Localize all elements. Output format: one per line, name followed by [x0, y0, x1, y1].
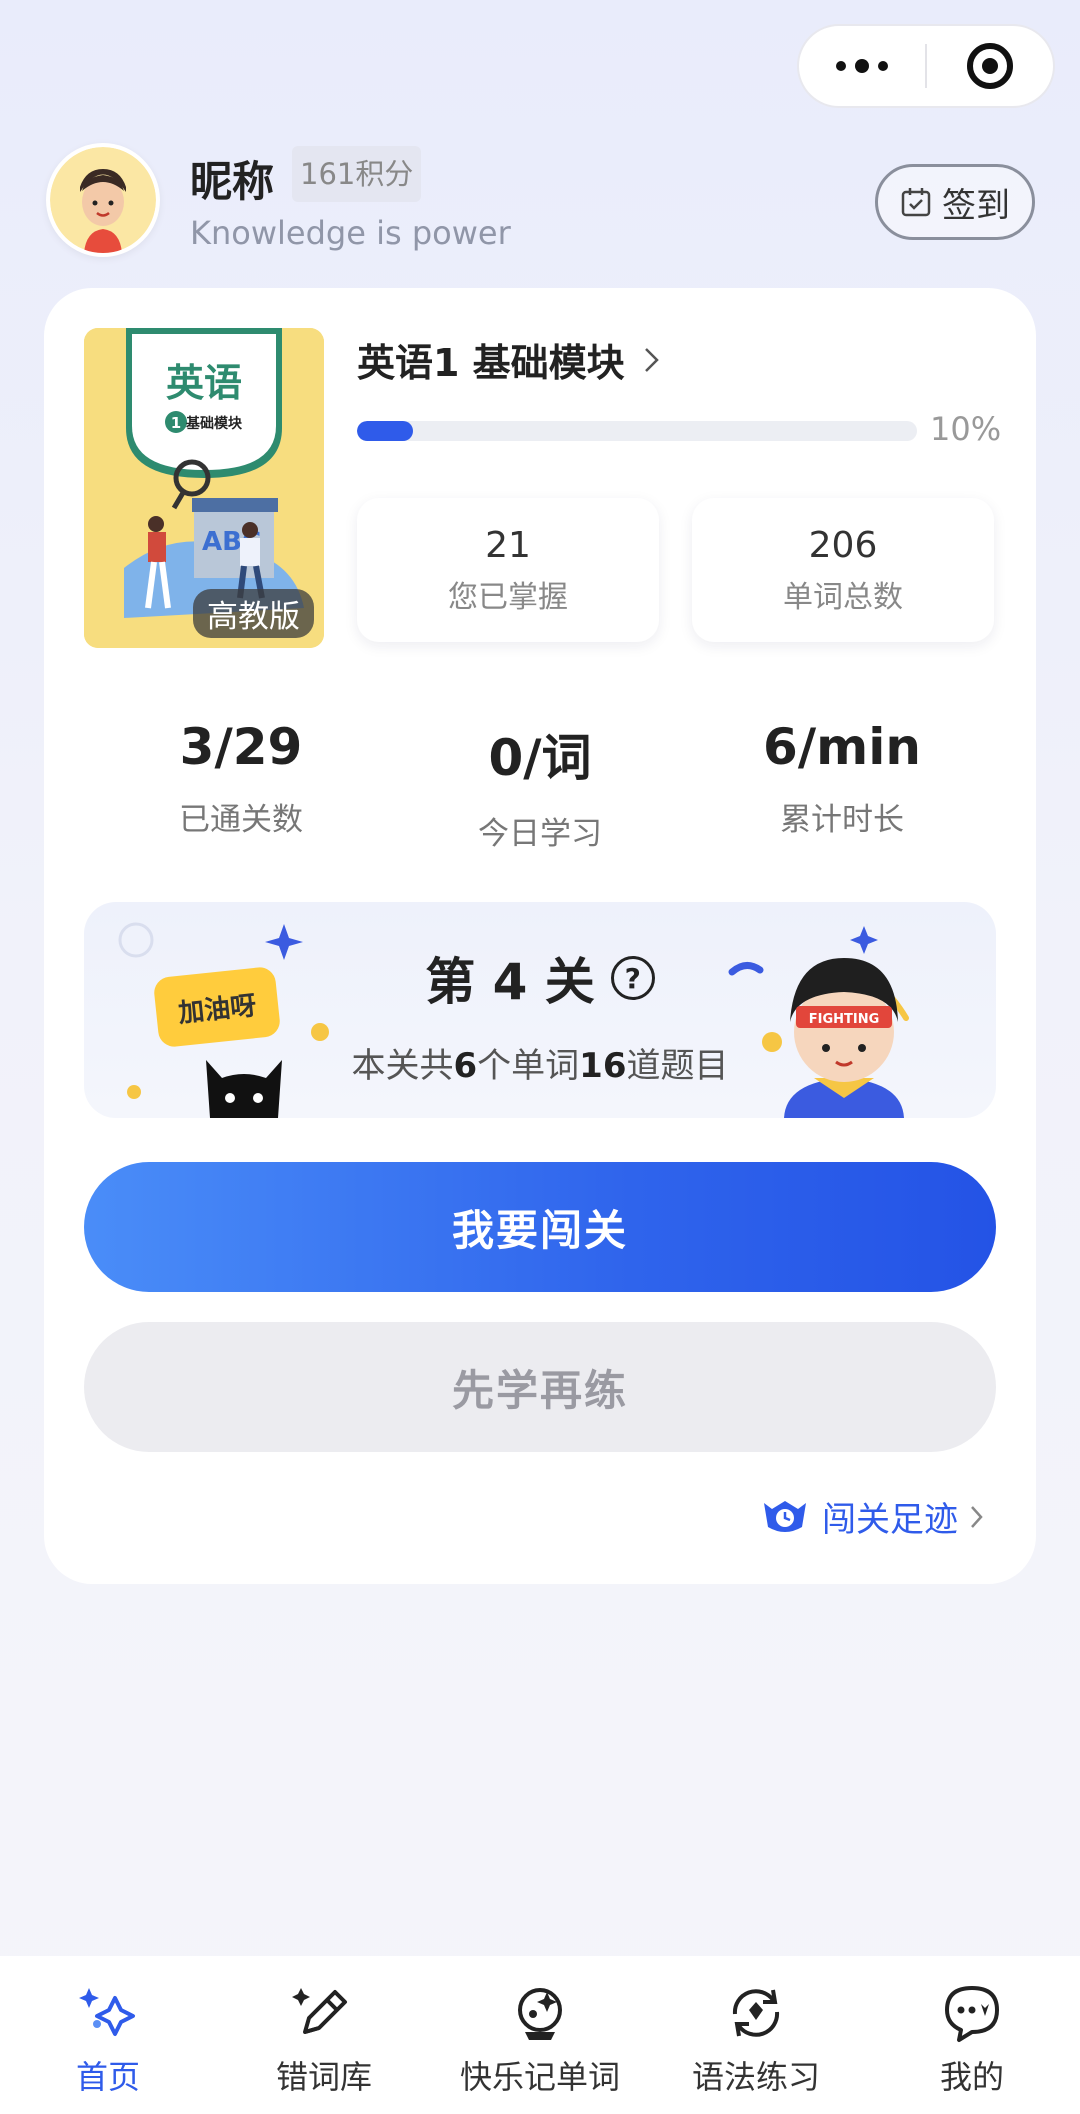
- progress-fill: [357, 421, 413, 441]
- learn-first-button[interactable]: 先学再练: [84, 1322, 996, 1452]
- total-words-stat: 206 单词总数: [692, 498, 994, 642]
- more-button[interactable]: [799, 26, 925, 106]
- help-icon[interactable]: ?: [610, 956, 655, 1000]
- cover-title: 英语: [166, 361, 242, 405]
- motto: Knowledge is power: [190, 214, 511, 252]
- svg-text:1: 1: [171, 414, 181, 432]
- more-dots-icon: [836, 59, 888, 73]
- tab-grammar[interactable]: 语法练习: [648, 1956, 864, 2114]
- book-cover[interactable]: 英语 1 基础模块 ABC 高教版: [84, 328, 324, 648]
- tab-label: 首页: [75, 2058, 140, 2096]
- level-title-row: 第 4 关 ?: [84, 942, 996, 1014]
- desc-text: 本关共: [351, 1046, 454, 1086]
- challenge-history-label: 闯关足迹: [822, 1500, 958, 1540]
- mini-program-capsule: [797, 24, 1055, 108]
- total-time-metric: 6/min 累计时长: [692, 718, 992, 839]
- tab-mine[interactable]: 我的: [864, 1956, 1080, 2114]
- level-banner: FIGHTING 加油呀 第 4 关 ? 本关共6个单词16道题目: [84, 902, 996, 1118]
- close-button[interactable]: [927, 26, 1053, 106]
- avatar[interactable]: [46, 143, 160, 257]
- tab-label: 错词库: [275, 2058, 372, 2096]
- metric-value: 6/min: [763, 718, 921, 776]
- levels-passed-metric: 3/29 已通关数: [91, 718, 391, 839]
- edition-tag: 高教版: [193, 589, 314, 638]
- signin-button[interactable]: 签到: [875, 164, 1035, 240]
- pencil-ruler-icon: [292, 1988, 347, 2034]
- mastered-stat: 21 您已掌握: [357, 498, 659, 642]
- today-study-metric: 0/词 今日学习: [390, 718, 690, 853]
- tab-happy-words[interactable]: 快乐记单词: [432, 1956, 648, 2114]
- word-count: 6: [453, 1046, 478, 1086]
- total-words-value: 206: [808, 524, 878, 566]
- chevron-right-icon: [644, 347, 659, 372]
- signin-label: 签到: [942, 185, 1010, 226]
- course-title: 英语1 基础模块: [357, 341, 625, 385]
- mastered-value: 21: [485, 524, 531, 566]
- tab-label: 我的: [939, 2058, 1004, 2096]
- course-card: 英语 1 基础模块 ABC 高教版 英语1 基础模块 10% 21 您已掌握 2…: [44, 288, 1036, 1584]
- start-challenge-button[interactable]: 我要闯关: [84, 1162, 996, 1292]
- metric-label: 今日学习: [478, 816, 602, 852]
- target-icon: [967, 43, 1013, 89]
- progress-percent: 10%: [930, 410, 1002, 448]
- level-description: 本关共6个单词16道题目: [84, 1038, 996, 1087]
- calendar-check-icon: [901, 188, 931, 217]
- tab-home[interactable]: 首页: [0, 1956, 216, 2114]
- bottom-tab-bar: 首页 错词库 快乐记单词 语法练习 我的: [0, 1956, 1080, 2114]
- desc-text: 个单词: [477, 1046, 580, 1086]
- sparkle-home-icon: [79, 1988, 135, 2036]
- refresh-book-icon: [732, 1989, 780, 2037]
- level-title: 第 4 关: [425, 953, 595, 1011]
- metric-label: 累计时长: [780, 802, 904, 838]
- metric-value: 3/29: [179, 718, 303, 776]
- tab-wrong-words[interactable]: 错词库: [216, 1956, 432, 2114]
- tab-label: 语法练习: [691, 2058, 820, 2096]
- avatar-face-icon: [50, 147, 156, 253]
- chevron-right-icon: [971, 1505, 983, 1528]
- tab-label: 快乐记单词: [459, 2058, 620, 2096]
- total-words-label: 单词总数: [783, 579, 903, 615]
- nickname: 昵称: [190, 157, 275, 206]
- metric-label: 已通关数: [179, 802, 303, 838]
- points-badge: 161积分: [292, 146, 422, 202]
- mastered-label: 您已掌握: [448, 579, 568, 615]
- question-count: 16: [579, 1046, 627, 1086]
- desc-text: 道题目: [626, 1046, 729, 1086]
- chat-bubble-icon: [945, 1986, 999, 2042]
- metric-value: 0/词: [488, 729, 592, 787]
- crystal-ball-icon: [518, 1988, 562, 2040]
- cover-subtitle: 基础模块: [186, 415, 243, 432]
- challenge-history-link[interactable]: 闯关足迹: [760, 1492, 984, 1541]
- fighting-headband-text: FIGHTING: [809, 1012, 880, 1027]
- progress-bar: [357, 421, 917, 441]
- clock-badge-icon: [764, 1500, 806, 1532]
- course-title-link[interactable]: 英语1 基础模块: [357, 332, 661, 387]
